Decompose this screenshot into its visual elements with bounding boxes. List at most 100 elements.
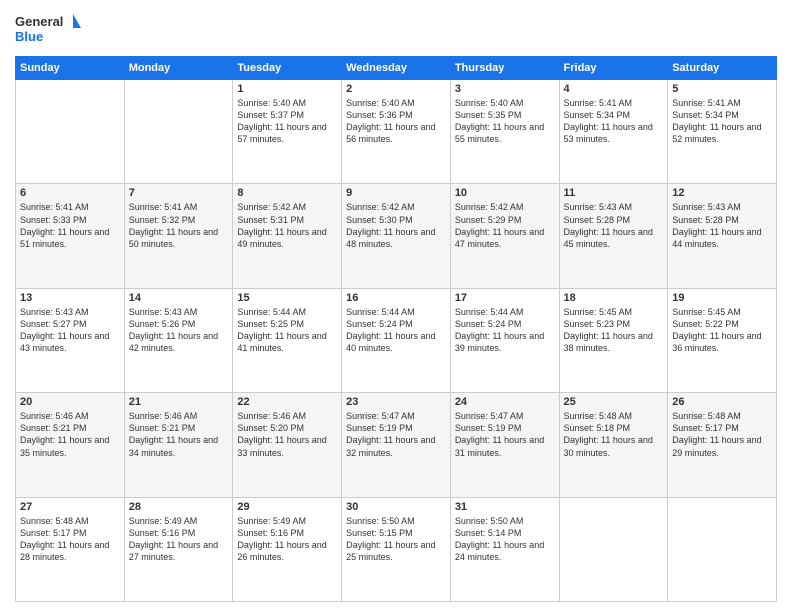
day-info: Sunrise: 5:43 AM Sunset: 5:26 PM Dayligh…: [129, 306, 229, 355]
calendar-day-header: Friday: [559, 57, 668, 80]
day-number: 31: [455, 501, 555, 513]
calendar-header-row: SundayMondayTuesdayWednesdayThursdayFrid…: [16, 57, 777, 80]
calendar-table: SundayMondayTuesdayWednesdayThursdayFrid…: [15, 56, 777, 602]
calendar-cell: 9 Sunrise: 5:42 AM Sunset: 5:30 PM Daylig…: [342, 184, 451, 288]
logo: General Blue: [15, 10, 85, 48]
calendar-cell: 8Sunrise: 5:42 AM Sunset: 5:31 PM Daylig…: [233, 184, 342, 288]
calendar-cell: 16 Sunrise: 5:44 AM Sunset: 5:24 PM Dayli…: [342, 288, 451, 392]
day-info: Sunrise: 5:42 AM Sunset: 5:31 PM Dayligh…: [237, 201, 337, 250]
day-info: Sunrise: 5:44 AM Sunset: 5:24 PM Dayligh…: [455, 306, 555, 355]
calendar-cell: 1 Sunrise: 5:40 AM Sunset: 5:37 PM Daylig…: [233, 80, 342, 184]
day-number: 1: [237, 83, 337, 95]
day-number: 23: [346, 396, 446, 408]
day-info: Sunrise: 5:46 AM Sunset: 5:21 PM Dayligh…: [20, 410, 120, 459]
calendar-day-header: Sunday: [16, 57, 125, 80]
day-number: 11: [564, 187, 664, 199]
day-number: 9: [346, 187, 446, 199]
day-number: 3: [455, 83, 555, 95]
day-info: Sunrise: 5:41 AM Sunset: 5:34 PM Dayligh…: [564, 97, 664, 146]
day-number: 15: [237, 292, 337, 304]
day-number: 20: [20, 396, 120, 408]
day-info: Sunrise: 5:45 AM Sunset: 5:23 PM Dayligh…: [564, 306, 664, 355]
day-number: 7: [129, 187, 229, 199]
day-info: Sunrise: 5:48 AM Sunset: 5:17 PM Dayligh…: [20, 515, 120, 564]
calendar-cell: [668, 497, 777, 601]
calendar-day-header: Thursday: [450, 57, 559, 80]
day-number: 24: [455, 396, 555, 408]
day-info: Sunrise: 5:43 AM Sunset: 5:28 PM Dayligh…: [564, 201, 664, 250]
day-info: Sunrise: 5:44 AM Sunset: 5:24 PM Dayligh…: [346, 306, 446, 355]
generalblue-logo-icon: General Blue: [15, 10, 85, 48]
day-number: 27: [20, 501, 120, 513]
day-info: Sunrise: 5:47 AM Sunset: 5:19 PM Dayligh…: [346, 410, 446, 459]
day-info: Sunrise: 5:47 AM Sunset: 5:19 PM Dayligh…: [455, 410, 555, 459]
day-info: Sunrise: 5:48 AM Sunset: 5:18 PM Dayligh…: [564, 410, 664, 459]
day-info: Sunrise: 5:41 AM Sunset: 5:34 PM Dayligh…: [672, 97, 772, 146]
calendar-cell: 5Sunrise: 5:41 AM Sunset: 5:34 PM Daylig…: [668, 80, 777, 184]
day-number: 21: [129, 396, 229, 408]
day-number: 26: [672, 396, 772, 408]
calendar-cell: 19 Sunrise: 5:45 AM Sunset: 5:22 PM Dayli…: [668, 288, 777, 392]
calendar-cell: [559, 497, 668, 601]
calendar-cell: 2Sunrise: 5:40 AM Sunset: 5:36 PM Daylig…: [342, 80, 451, 184]
calendar-cell: 28 Sunrise: 5:49 AM Sunset: 5:16 PM Dayli…: [124, 497, 233, 601]
day-info: Sunrise: 5:50 AM Sunset: 5:15 PM Dayligh…: [346, 515, 446, 564]
calendar-week-row: 27 Sunrise: 5:48 AM Sunset: 5:17 PM Dayli…: [16, 497, 777, 601]
day-info: Sunrise: 5:44 AM Sunset: 5:25 PM Dayligh…: [237, 306, 337, 355]
day-number: 10: [455, 187, 555, 199]
calendar-cell: 10 Sunrise: 5:42 AM Sunset: 5:29 PM Dayli…: [450, 184, 559, 288]
day-info: Sunrise: 5:49 AM Sunset: 5:16 PM Dayligh…: [237, 515, 337, 564]
day-info: Sunrise: 5:40 AM Sunset: 5:37 PM Dayligh…: [237, 97, 337, 146]
day-info: Sunrise: 5:48 AM Sunset: 5:17 PM Dayligh…: [672, 410, 772, 459]
calendar-cell: 13Sunrise: 5:43 AM Sunset: 5:27 PM Dayli…: [16, 288, 125, 392]
calendar-cell: 14 Sunrise: 5:43 AM Sunset: 5:26 PM Dayli…: [124, 288, 233, 392]
calendar-cell: 26 Sunrise: 5:48 AM Sunset: 5:17 PM Dayli…: [668, 393, 777, 497]
calendar-day-header: Tuesday: [233, 57, 342, 80]
day-info: Sunrise: 5:41 AM Sunset: 5:32 PM Dayligh…: [129, 201, 229, 250]
calendar-cell: 11 Sunrise: 5:43 AM Sunset: 5:28 PM Dayli…: [559, 184, 668, 288]
calendar-day-header: Wednesday: [342, 57, 451, 80]
day-number: 22: [237, 396, 337, 408]
day-number: 14: [129, 292, 229, 304]
calendar-week-row: 1 Sunrise: 5:40 AM Sunset: 5:37 PM Daylig…: [16, 80, 777, 184]
day-info: Sunrise: 5:40 AM Sunset: 5:35 PM Dayligh…: [455, 97, 555, 146]
calendar-cell: 12Sunrise: 5:43 AM Sunset: 5:28 PM Dayli…: [668, 184, 777, 288]
day-info: Sunrise: 5:46 AM Sunset: 5:21 PM Dayligh…: [129, 410, 229, 459]
calendar-day-header: Saturday: [668, 57, 777, 80]
day-number: 30: [346, 501, 446, 513]
day-number: 19: [672, 292, 772, 304]
calendar-cell: 6 Sunrise: 5:41 AM Sunset: 5:33 PM Daylig…: [16, 184, 125, 288]
day-number: 18: [564, 292, 664, 304]
day-info: Sunrise: 5:45 AM Sunset: 5:22 PM Dayligh…: [672, 306, 772, 355]
calendar-cell: [124, 80, 233, 184]
day-number: 28: [129, 501, 229, 513]
calendar-cell: 4 Sunrise: 5:41 AM Sunset: 5:34 PM Daylig…: [559, 80, 668, 184]
day-info: Sunrise: 5:42 AM Sunset: 5:29 PM Dayligh…: [455, 201, 555, 250]
calendar-cell: 21 Sunrise: 5:46 AM Sunset: 5:21 PM Dayli…: [124, 393, 233, 497]
day-info: Sunrise: 5:40 AM Sunset: 5:36 PM Dayligh…: [346, 97, 446, 146]
day-info: Sunrise: 5:41 AM Sunset: 5:33 PM Dayligh…: [20, 201, 120, 250]
day-number: 29: [237, 501, 337, 513]
calendar-cell: 31Sunrise: 5:50 AM Sunset: 5:14 PM Dayli…: [450, 497, 559, 601]
day-info: Sunrise: 5:43 AM Sunset: 5:27 PM Dayligh…: [20, 306, 120, 355]
calendar-cell: 29 Sunrise: 5:49 AM Sunset: 5:16 PM Dayli…: [233, 497, 342, 601]
day-info: Sunrise: 5:49 AM Sunset: 5:16 PM Dayligh…: [129, 515, 229, 564]
calendar-cell: 7 Sunrise: 5:41 AM Sunset: 5:32 PM Daylig…: [124, 184, 233, 288]
calendar-cell: 22Sunrise: 5:46 AM Sunset: 5:20 PM Dayli…: [233, 393, 342, 497]
calendar-cell: 23 Sunrise: 5:47 AM Sunset: 5:19 PM Dayli…: [342, 393, 451, 497]
day-info: Sunrise: 5:43 AM Sunset: 5:28 PM Dayligh…: [672, 201, 772, 250]
day-number: 16: [346, 292, 446, 304]
svg-text:General: General: [15, 14, 63, 29]
day-number: 6: [20, 187, 120, 199]
day-number: 25: [564, 396, 664, 408]
calendar-cell: 20 Sunrise: 5:46 AM Sunset: 5:21 PM Dayli…: [16, 393, 125, 497]
calendar-cell: 25 Sunrise: 5:48 AM Sunset: 5:18 PM Dayli…: [559, 393, 668, 497]
svg-text:Blue: Blue: [15, 29, 43, 44]
day-info: Sunrise: 5:42 AM Sunset: 5:30 PM Dayligh…: [346, 201, 446, 250]
day-number: 17: [455, 292, 555, 304]
calendar-week-row: 20 Sunrise: 5:46 AM Sunset: 5:21 PM Dayli…: [16, 393, 777, 497]
day-number: 4: [564, 83, 664, 95]
calendar-cell: 17 Sunrise: 5:44 AM Sunset: 5:24 PM Dayli…: [450, 288, 559, 392]
page: General Blue SundayMondayTuesdayWednesda…: [0, 0, 792, 612]
calendar-cell: [16, 80, 125, 184]
